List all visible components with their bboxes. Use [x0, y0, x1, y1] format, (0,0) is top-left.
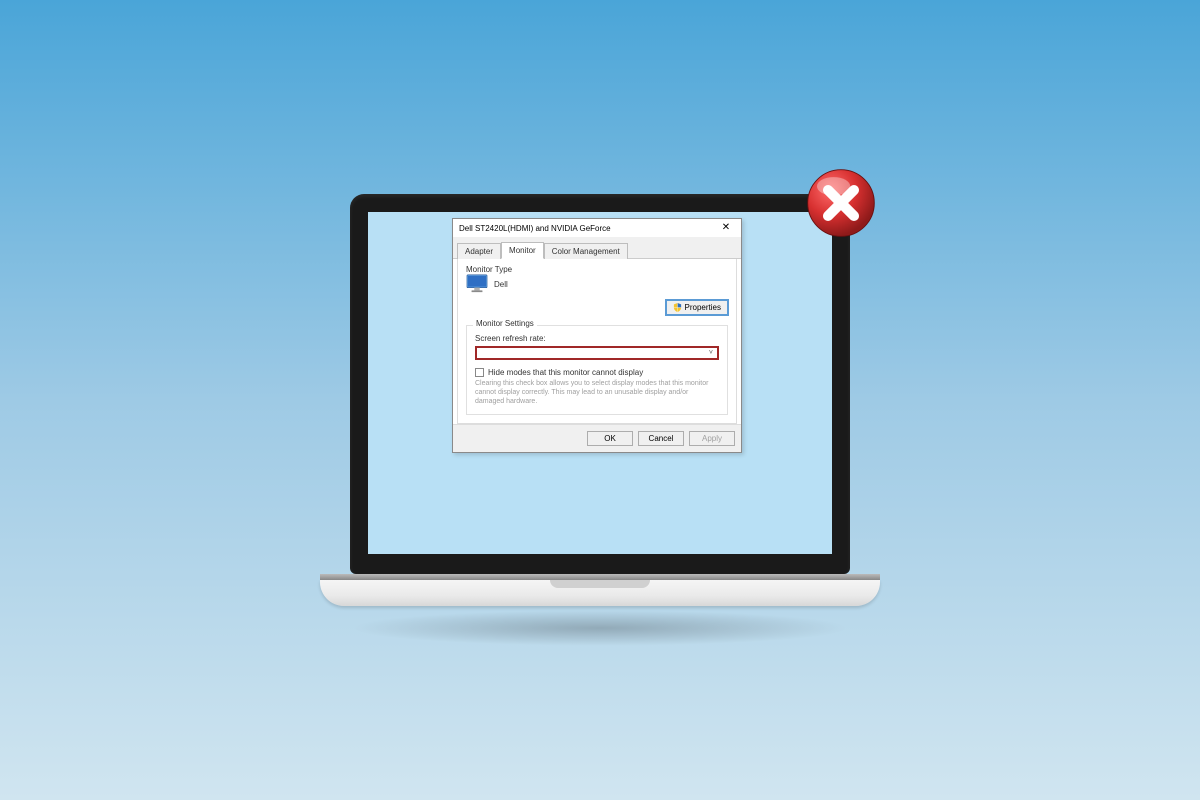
refresh-rate-label: Screen refresh rate: [475, 334, 719, 343]
monitor-type-label: Monitor Type [466, 265, 728, 274]
ok-button[interactable]: OK [587, 431, 633, 446]
shield-icon [673, 303, 682, 312]
laptop-shadow [350, 610, 850, 646]
refresh-rate-select[interactable]: ˅ [475, 346, 719, 360]
monitor-settings-group: Monitor Settings Screen refresh rate: ˅ … [466, 325, 728, 415]
dialog-button-row: OK Cancel Apply [453, 424, 741, 452]
properties-button[interactable]: Properties [666, 300, 728, 315]
hide-modes-checkbox[interactable] [475, 368, 484, 377]
dialog-titlebar: Dell ST2420L(HDMI) and NVIDIA GeForce ✕ [453, 219, 741, 237]
chevron-down-icon: ˅ [709, 350, 713, 357]
tab-body-monitor: Monitor Type Dell [457, 259, 737, 424]
close-icon: ✕ [722, 223, 730, 233]
monitor-settings-legend: Monitor Settings [473, 319, 537, 328]
monitor-properties-dialog: Dell ST2420L(HDMI) and NVIDIA GeForce ✕ … [452, 218, 742, 453]
tab-color-management[interactable]: Color Management [544, 243, 628, 259]
monitor-name: Dell [494, 280, 508, 289]
hide-modes-label: Hide modes that this monitor cannot disp… [488, 368, 643, 377]
tab-adapter[interactable]: Adapter [457, 243, 501, 259]
laptop-screen-frame: Dell ST2420L(HDMI) and NVIDIA GeForce ✕ … [350, 194, 850, 574]
close-button[interactable]: ✕ [715, 221, 737, 235]
tab-monitor[interactable]: Monitor [501, 242, 544, 259]
laptop-base [320, 580, 880, 606]
monitor-type-row: Dell [466, 274, 728, 294]
apply-button[interactable]: Apply [689, 431, 735, 446]
properties-button-label: Properties [685, 303, 721, 312]
dialog-title: Dell ST2420L(HDMI) and NVIDIA GeForce [459, 224, 611, 233]
tabstrip: Adapter Monitor Color Management [453, 237, 741, 259]
laptop-screen: Dell ST2420L(HDMI) and NVIDIA GeForce ✕ … [368, 212, 832, 554]
laptop: Dell ST2420L(HDMI) and NVIDIA GeForce ✕ … [320, 194, 880, 606]
laptop-trackpad-notch [550, 580, 650, 588]
hide-modes-row: Hide modes that this monitor cannot disp… [475, 368, 719, 377]
cancel-button[interactable]: Cancel [638, 431, 684, 446]
error-icon [804, 166, 878, 240]
hide-modes-help: Clearing this check box allows you to se… [475, 380, 719, 406]
monitor-icon [466, 274, 488, 294]
